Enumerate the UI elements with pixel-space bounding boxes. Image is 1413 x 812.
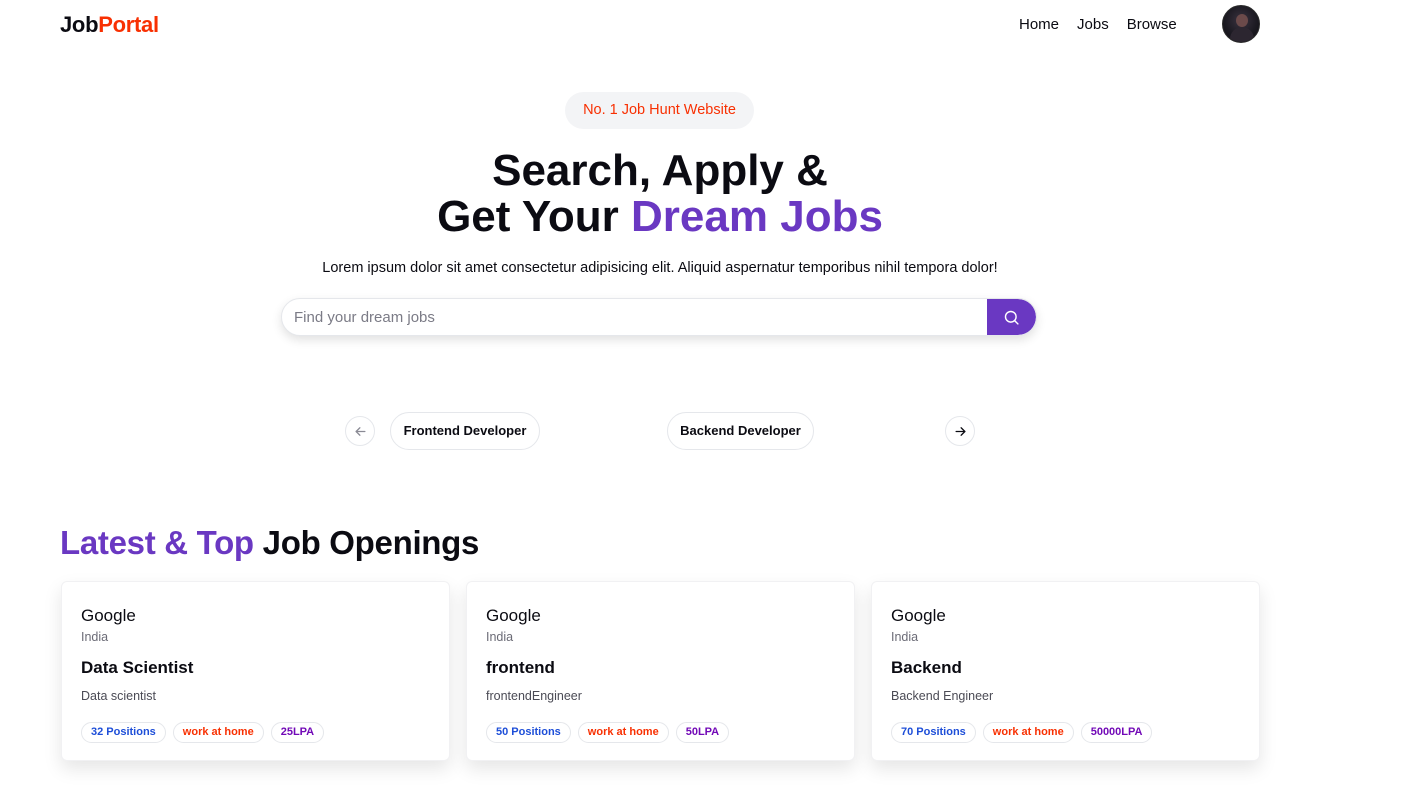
job-location: India [891,630,919,644]
job-title: frontend [486,658,555,677]
salary-badge: 50LPA [675,722,730,743]
job-description: Backend Engineer [891,689,994,703]
avatar-face [1236,14,1248,27]
hero-title-line2: Get Your Dream Jobs [0,194,1320,240]
nav-links: Home Jobs Browse [1019,16,1177,33]
positions-badge: 70 Positions [891,722,976,743]
carousel-prev-button[interactable] [345,416,375,446]
job-type-badge: work at home [172,722,264,743]
nav-link-browse[interactable]: Browse [1127,16,1177,33]
search-input[interactable] [282,299,989,335]
search-button[interactable] [987,299,1036,335]
job-tags: 50 Positions work at home 50LPA [486,722,730,743]
job-card[interactable]: Google India frontend frontendEngineer 5… [466,581,855,761]
latest-jobs-heading-accent: Latest & Top [60,524,254,561]
job-tags: 70 Positions work at home 50000LPA [891,722,1153,743]
job-company: Google [891,606,946,625]
salary-badge: 50000LPA [1080,722,1153,743]
search-bar [281,298,1037,336]
job-type-badge: work at home [577,722,669,743]
hero-title-line1: Search, Apply & [492,146,828,195]
logo-part-job: Job [60,12,99,37]
hero-subtitle: Lorem ipsum dolor sit amet consectetur a… [322,260,998,276]
logo[interactable]: JobPortal [60,12,159,38]
logo-part-portal: Portal [98,12,159,37]
hero-title-accent: Dream Jobs [631,192,883,241]
job-description: frontendEngineer [486,689,582,703]
hero-title-plain: Get Your [437,192,632,241]
latest-jobs-heading: Latest & Top Job Openings [60,524,479,562]
job-tags: 32 Positions work at home 25LPA [81,722,325,743]
job-type-badge: work at home [982,722,1074,743]
arrow-left-icon [355,427,366,436]
job-title: Backend [891,658,962,677]
job-title: Data Scientist [81,658,194,677]
positions-badge: 32 Positions [81,722,166,743]
job-location: India [486,630,514,644]
navbar: JobPortal Home Jobs Browse [0,0,1413,50]
avatar[interactable] [1222,5,1260,43]
job-location: India [81,630,109,644]
category-chip-backend[interactable]: Backend Developer [667,412,814,450]
latest-jobs-heading-plain: Job Openings [253,524,480,561]
arrow-right-icon [955,427,966,436]
positions-badge: 50 Positions [486,722,571,743]
avatar-body [1230,27,1254,42]
hero-title: Search, Apply & Get Your Dream Jobs [0,148,1320,240]
salary-badge: 25LPA [270,722,325,743]
nav-link-home[interactable]: Home [1019,16,1059,33]
carousel-next-button[interactable] [945,416,975,446]
job-description: Data scientist [81,689,157,703]
search-icon [1004,310,1019,325]
category-chip-frontend[interactable]: Frontend Developer [390,412,540,450]
job-card[interactable]: Google India Data Scientist Data scienti… [61,581,450,761]
job-card[interactable]: Google India Backend Backend Engineer 70… [871,581,1260,761]
nav-link-jobs[interactable]: Jobs [1077,16,1109,33]
job-company: Google [486,606,541,625]
job-company: Google [81,606,136,625]
hero-badge: No. 1 Job Hunt Website [565,92,754,129]
